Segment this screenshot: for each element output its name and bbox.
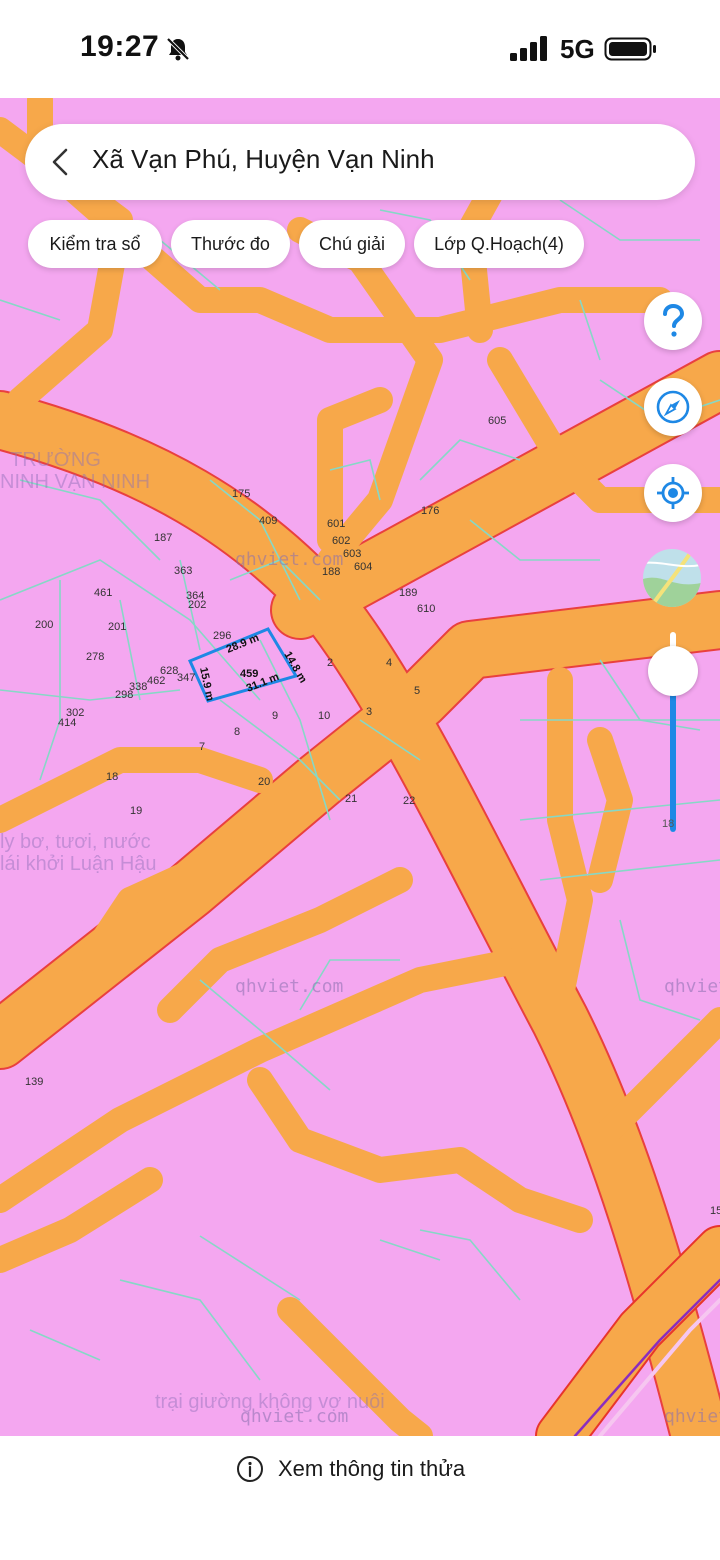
lot-number: 363 — [174, 565, 192, 577]
bell-mute-icon — [166, 37, 190, 61]
faded-map-label: NINH VẠN NINH — [0, 471, 150, 493]
lot-number: 200 — [35, 619, 53, 631]
lot-number: 461 — [94, 587, 112, 599]
info-circle-icon[interactable] — [236, 1455, 264, 1483]
map-watermark: qhviet.com — [664, 976, 720, 997]
lot-number: 296 — [213, 630, 231, 642]
battery-icon — [604, 37, 656, 61]
lot-number: 5 — [414, 685, 420, 697]
zoom-level-value: 18 — [662, 818, 675, 830]
chip-measure[interactable]: Thước đo — [171, 220, 290, 268]
bottom-action-bar[interactable] — [0, 1436, 720, 1560]
lot-number: 605 — [488, 415, 506, 427]
map-canvas[interactable]: qhviet.com qhviet.com qhviet.com qhviet.… — [0, 98, 720, 1436]
signal-icon — [510, 36, 547, 61]
lot-number: 187 — [154, 532, 172, 544]
faded-map-label: lái khởi Luận Hậu — [0, 853, 157, 875]
lot-number: 7 — [199, 741, 205, 753]
lot-number: 188 — [322, 566, 340, 578]
lot-number: 604 — [354, 561, 372, 573]
view-parcel-info-button[interactable]: Xem thông tin thửa — [278, 1456, 465, 1482]
zoom-slider-fill — [670, 672, 676, 832]
lot-number: 10 — [318, 710, 330, 722]
status-time: 19:27 — [80, 30, 160, 63]
map-view[interactable]: qhviet.com qhviet.com qhviet.com qhviet.… — [0, 98, 720, 1436]
lot-number: 610 — [417, 603, 435, 615]
my-location-button[interactable] — [644, 464, 702, 522]
lot-number: 601 — [327, 518, 345, 530]
zoom-slider-handle[interactable] — [648, 646, 698, 696]
lot-number: 21 — [345, 793, 357, 805]
faded-map-label: TRƯỜNG — [10, 448, 101, 471]
lot-number: 602 — [332, 535, 350, 547]
lot-number: 139 — [25, 1076, 43, 1088]
map-watermark: qhviet.com — [664, 1406, 720, 1427]
compass-button[interactable] — [644, 378, 702, 436]
help-button[interactable] — [644, 292, 702, 350]
lot-number: 15 — [710, 1205, 720, 1217]
satellite-thumbnail-icon — [643, 549, 701, 607]
lot-number: 2 — [327, 657, 333, 669]
lot-number: 603 — [343, 548, 361, 560]
lot-number: 4 — [386, 657, 392, 669]
compass-icon — [656, 390, 690, 424]
lot-number: 18 — [106, 771, 118, 783]
lot-number: 298 — [115, 689, 133, 701]
network-type: 5G — [560, 34, 595, 64]
my-location-icon — [657, 477, 689, 509]
layer-switch-thumbnail[interactable] — [643, 549, 701, 607]
lot-number: 176 — [421, 505, 439, 517]
lot-number: 9 — [272, 710, 278, 722]
lot-number: 189 — [399, 587, 417, 599]
faded-map-label: ly bơ, tươi, nước — [0, 831, 151, 853]
lot-number: 20 — [258, 776, 270, 788]
chip-planning-layers[interactable]: Lớp Q.Hoạch(4) — [414, 220, 584, 268]
lot-number: 3 — [366, 706, 372, 718]
lot-number: 347 — [177, 672, 195, 684]
question-mark-icon — [663, 304, 685, 337]
map-watermark: qhviet.com — [235, 976, 343, 997]
lot-number: 409 — [259, 515, 277, 527]
lot-number: 22 — [403, 795, 415, 807]
lot-number: 462 — [147, 675, 165, 687]
chip-check-book[interactable]: Kiểm tra sổ — [28, 220, 162, 268]
lot-number: 202 — [188, 599, 206, 611]
chip-legend[interactable]: Chú giải — [299, 220, 405, 268]
lot-number: 175 — [232, 488, 250, 500]
location-title[interactable]: Xã Vạn Phú, Huyện Vạn Ninh — [92, 144, 435, 175]
lot-number: 414 — [58, 717, 76, 729]
lot-number: 201 — [108, 621, 126, 633]
status-bar: 19:27 5G — [0, 0, 720, 98]
lot-number: 19 — [130, 805, 142, 817]
back-arrow-icon[interactable] — [48, 146, 72, 178]
faded-map-label: trại giường không vợ nuôi — [155, 1391, 385, 1413]
lot-number: 8 — [234, 726, 240, 738]
lot-number: 278 — [86, 651, 104, 663]
